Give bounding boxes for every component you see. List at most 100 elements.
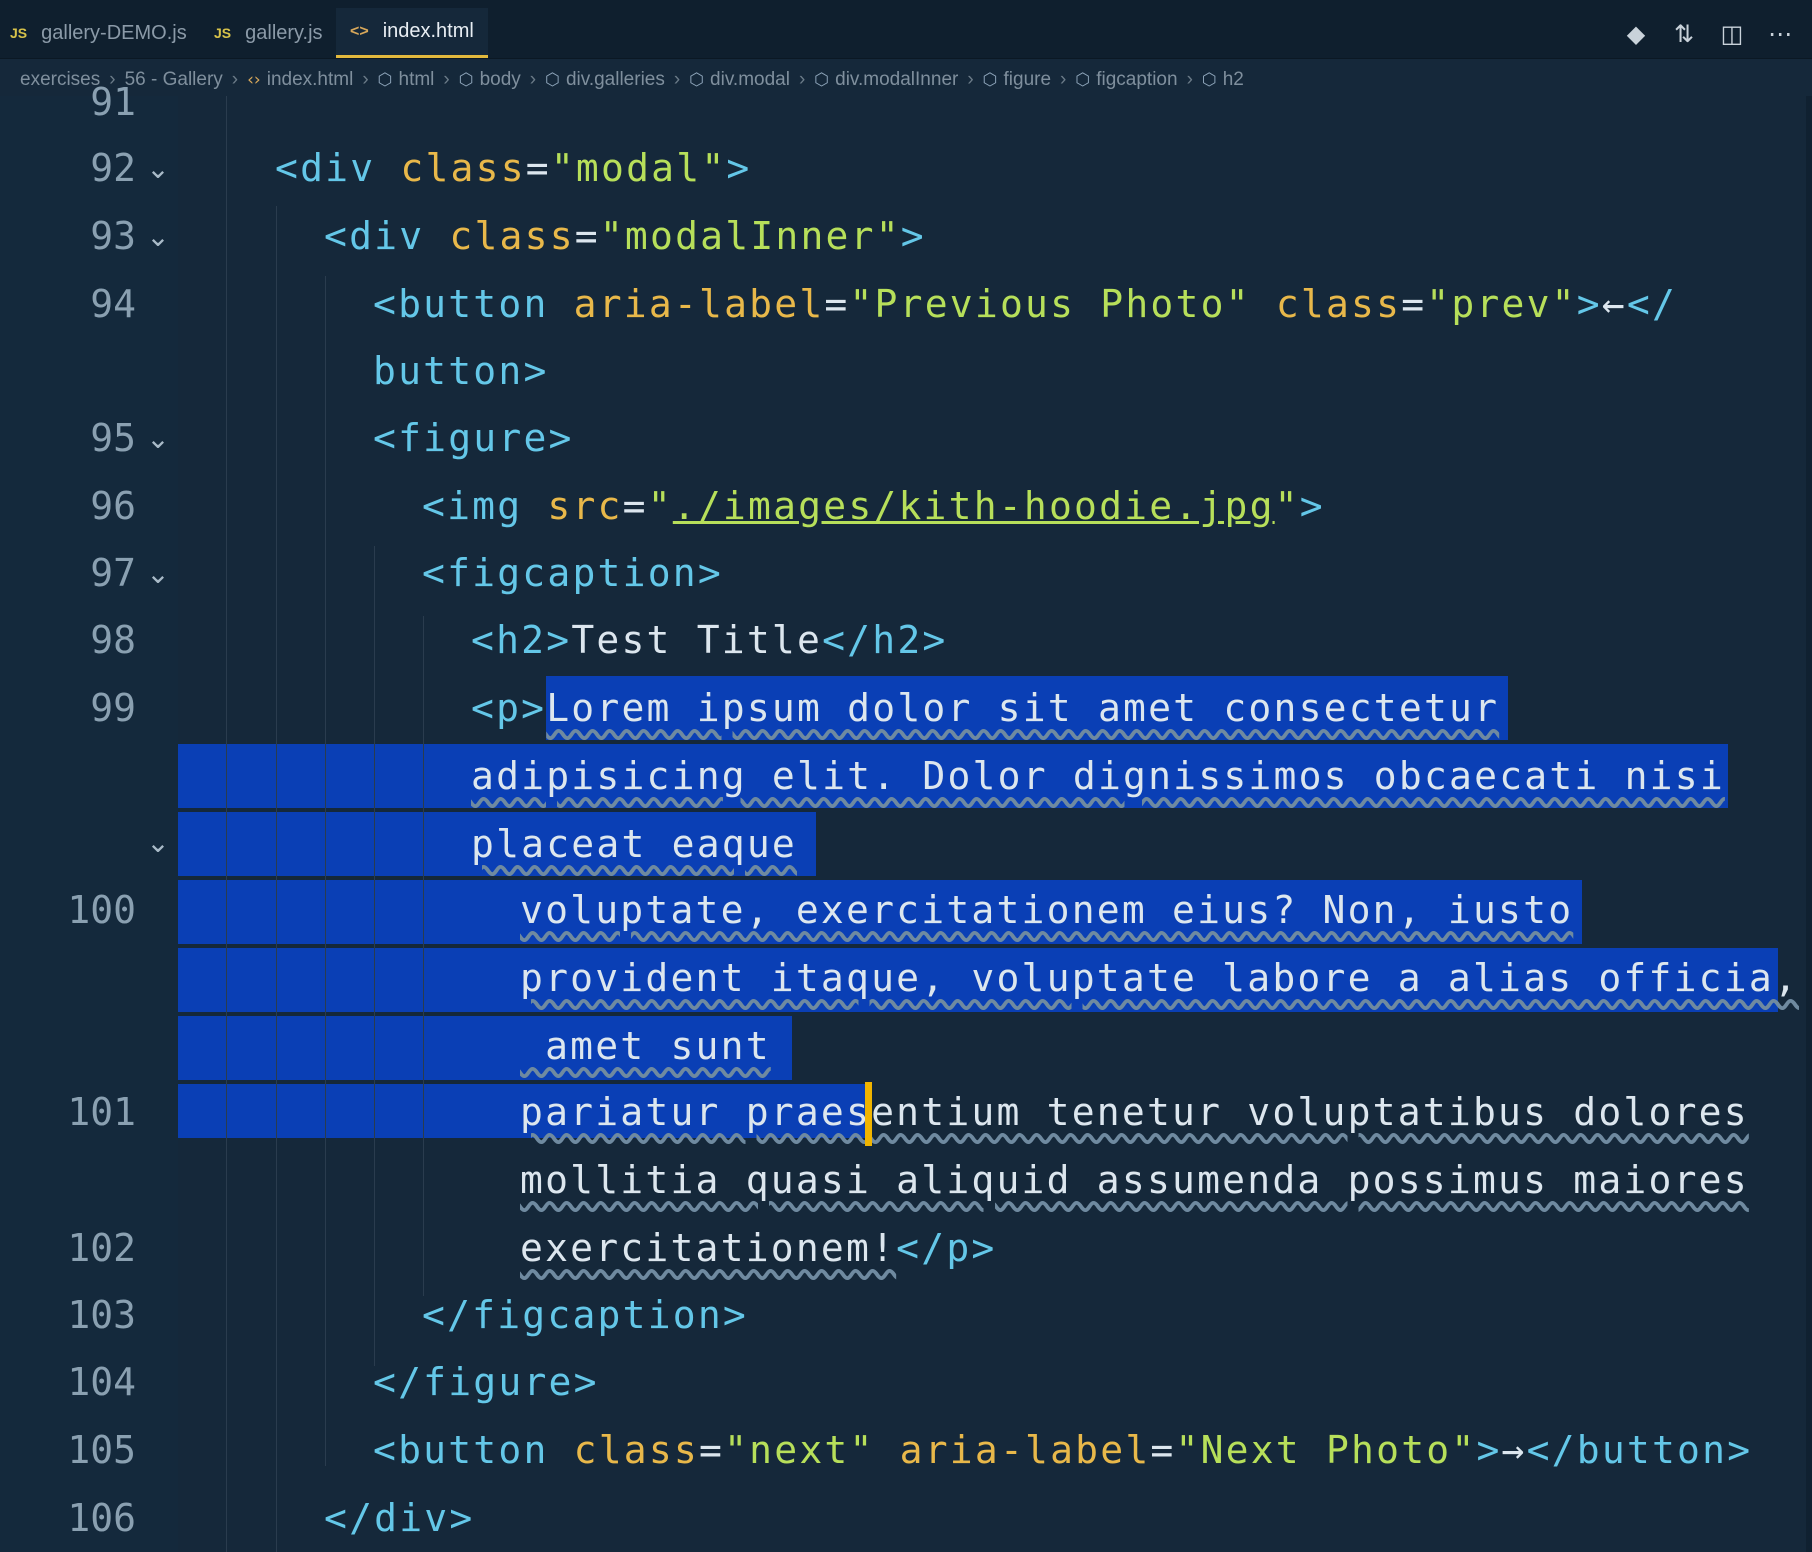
compare-changes-icon[interactable]: ⇅ [1670, 20, 1698, 48]
chevron-right-icon: › [1060, 69, 1067, 90]
text-content: → [1501, 1428, 1527, 1472]
breadcrumb-item[interactable]: div.galleries [566, 69, 665, 91]
line-number: 106 [67, 1496, 136, 1540]
breadcrumb-item[interactable]: html [399, 69, 435, 91]
breadcrumb-item[interactable]: 56 - Gallery [125, 69, 223, 91]
quote: " [1274, 484, 1300, 528]
tag-close: </button> [1526, 1428, 1753, 1472]
attr-name: class [573, 1428, 700, 1472]
indent-guide [423, 616, 424, 1296]
tag-close: > [1299, 484, 1325, 528]
indent-guide [276, 206, 277, 1552]
breadcrumb-item[interactable]: body [480, 69, 521, 91]
equals: = [622, 484, 648, 528]
code-line: voluptate, exercitationem eius? Non, ius… [520, 888, 1573, 932]
code-line-wrap: amet sunt [520, 1024, 771, 1068]
code-line-wrap: provident itaque, voluptate labore a ali… [520, 956, 1799, 1000]
breadcrumb-item[interactable]: index.html [267, 69, 354, 91]
chevron-right-icon: › [529, 69, 537, 90]
code-line-wrap: button> [373, 349, 549, 393]
tag-close: > [900, 214, 926, 258]
code-line-wrap: mollitia quasi aliquid assumenda possimu… [520, 1158, 1749, 1202]
element-cube-icon: ⬡ [814, 70, 830, 90]
code-line: </figure> [373, 1360, 599, 1404]
line-number: 93 [90, 214, 136, 258]
element-cube-icon: ⬡ [689, 70, 705, 90]
equals: = [1150, 1428, 1176, 1472]
element-cube-icon: ⬡ [458, 70, 474, 90]
split-editor-icon[interactable]: ◫ [1718, 20, 1746, 48]
code-line: <div class="modal"> [275, 146, 751, 190]
attr-value: "modalInner" [599, 214, 901, 258]
vertical-scrollbar[interactable] [1806, 96, 1812, 1552]
code-line-wrap: adipisicing elit. Dolor dignissimos obca… [471, 754, 1725, 798]
equals: = [525, 146, 551, 190]
line-number: 98 [90, 618, 136, 662]
tag-open: <div [324, 214, 450, 258]
code-editor[interactable]: 91 92 93 94 95 96 97 98 99 100 101 102 1… [0, 80, 1812, 1552]
chevron-right-icon: › [362, 69, 369, 90]
attr-value: "Previous Photo" [849, 282, 1251, 326]
text-cursor [865, 1082, 872, 1146]
line-number: 102 [67, 1226, 136, 1270]
breadcrumb: exercises › 56 - Gallery › ‹› index.html… [20, 64, 1244, 96]
tag-open: <button [373, 1428, 574, 1472]
tag-open: <h2> [471, 618, 572, 662]
indent-guide [226, 96, 227, 1552]
tab-gallery-demo-js[interactable]: JS gallery-DEMO.js [10, 8, 187, 58]
breadcrumb-item[interactable]: div.modal [710, 69, 790, 91]
equals: = [1401, 282, 1427, 326]
element-cube-icon: ⬡ [1075, 70, 1091, 90]
tab-bar: JS gallery-DEMO.js JS gallery.js <> inde… [0, 0, 1812, 59]
tag-close: </figure> [373, 1360, 599, 1404]
code-line: </div> [324, 1496, 474, 1540]
breadcrumb-item[interactable]: h2 [1223, 69, 1244, 91]
chevron-right-icon: › [798, 69, 806, 90]
link-path[interactable]: ./images/kith-hoodie.jpg [673, 484, 1275, 528]
code-line: <button class="next" aria-label="Next Ph… [373, 1428, 1752, 1472]
tag-close: </div> [324, 1496, 475, 1540]
tag-close: </h2> [822, 618, 948, 662]
tag-close: > [1576, 282, 1602, 326]
code-line: pariatur praesentium tenetur voluptatibu… [520, 1090, 1749, 1134]
element-cube-icon: ⬡ [545, 70, 560, 90]
code-line-wrap: placeat eaque [471, 822, 797, 866]
line-number: 95 [90, 416, 136, 460]
fold-chevron-icon[interactable]: ⌄ [138, 557, 178, 590]
attr-name: class [1275, 282, 1402, 326]
code-line: <button aria-label = "Previous Photo" clas… [373, 282, 1677, 326]
source-control-icon[interactable]: ◆ [1622, 20, 1650, 48]
fold-chevron-icon[interactable]: ⌄ [138, 826, 178, 859]
tab-index-html[interactable]: <> index.html [336, 8, 488, 58]
element-cube-icon: ⬡ [1201, 70, 1217, 90]
fold-chevron-icon[interactable]: ⌄ [138, 152, 178, 185]
text-content: exercitationem! [520, 1226, 897, 1270]
code-line: <figcaption> [422, 551, 723, 595]
more-actions-icon[interactable]: ⋯ [1766, 20, 1794, 48]
text-content: Test Title [571, 618, 823, 662]
text-content: pariatur praes [520, 1090, 872, 1134]
fold-chevron-icon[interactable]: ⌄ [138, 422, 178, 455]
tag-open: <button [373, 282, 574, 326]
text-content: provident itaque, voluptate labore a ali… [520, 956, 1799, 1000]
html-file-icon: <> [350, 22, 369, 40]
breadcrumb-item[interactable]: figcaption [1096, 69, 1177, 91]
indent-guide [325, 276, 326, 1466]
breadcrumb-item[interactable]: figure [1004, 69, 1052, 91]
code-line: <p>Lorem ipsum dolor sit amet consectetu… [471, 686, 1499, 730]
element-cube-icon: ⬡ [377, 70, 393, 90]
equals: = [699, 1428, 725, 1472]
attr-name: aria-label [573, 282, 825, 326]
tag-close: > [1476, 1428, 1502, 1472]
tab-gallery-js[interactable]: JS gallery.js [214, 8, 323, 58]
breadcrumb-item[interactable]: div.modalInner [835, 69, 958, 91]
line-number: 101 [67, 1090, 136, 1134]
fold-chevron-icon[interactable]: ⌄ [138, 220, 178, 253]
javascript-file-icon: JS [214, 25, 232, 41]
text-content: entium tenetur voluptatibus dolores [871, 1090, 1749, 1134]
tag-close: > [726, 146, 752, 190]
text-content: mollitia quasi aliquid assumenda possimu… [520, 1158, 1749, 1202]
attr-name: class [400, 146, 526, 190]
code-line: <h2>Test Title</h2> [471, 618, 947, 662]
